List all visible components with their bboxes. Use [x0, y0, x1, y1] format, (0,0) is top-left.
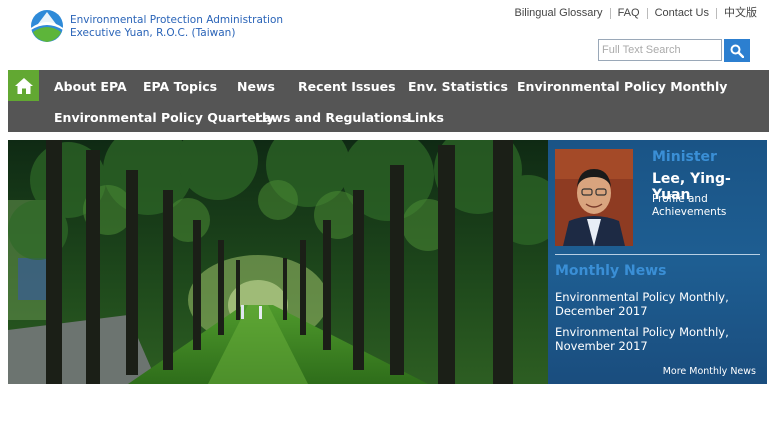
- news-item-line2: December 2017: [555, 304, 648, 318]
- faq-link[interactable]: FAQ: [611, 8, 648, 19]
- nav-epa-topics[interactable]: EPA Topics: [143, 79, 217, 94]
- bilingual-glossary-link[interactable]: Bilingual Glossary: [508, 8, 611, 19]
- hero-banner-image: [8, 140, 548, 384]
- epa-logo[interactable]: [30, 8, 64, 44]
- nav-recent-issues[interactable]: Recent Issues: [298, 79, 396, 94]
- news-item-november-2017[interactable]: Environmental Policy Monthly, November 2…: [555, 325, 755, 353]
- minister-photo[interactable]: [555, 149, 633, 246]
- nav-news[interactable]: News: [237, 79, 275, 94]
- nav-env-statistics[interactable]: Env. Statistics: [408, 79, 508, 94]
- minister-news-panel: Minister Lee, Ying-Yuan Profile and Achi…: [548, 140, 767, 384]
- minister-label: Minister: [652, 149, 717, 165]
- more-monthly-news-link[interactable]: More Monthly News: [663, 366, 756, 377]
- nav-laws-and-regulations[interactable]: Laws and Regulations: [255, 110, 409, 125]
- search-button[interactable]: [724, 39, 750, 62]
- search-input[interactable]: [602, 41, 720, 59]
- profile-link-line2: Achievements: [652, 206, 727, 218]
- news-item-december-2017[interactable]: Environmental Policy Monthly, December 2…: [555, 290, 755, 318]
- top-links: Bilingual Glossary FAQ Contact Us 中文版: [508, 8, 757, 19]
- nav-about-epa[interactable]: About EPA: [54, 79, 127, 94]
- news-item-line1: Environmental Policy Monthly,: [555, 290, 729, 304]
- profile-achievements-link[interactable]: Profile and Achievements: [652, 193, 726, 219]
- home-icon: [14, 77, 33, 94]
- organization-name[interactable]: Environmental Protection Administration …: [70, 14, 283, 40]
- search-box: [598, 39, 722, 61]
- news-item-line1: Environmental Policy Monthly,: [555, 325, 729, 339]
- home-button[interactable]: [8, 70, 39, 101]
- main-navigation: About EPA EPA Topics News Recent Issues …: [8, 70, 769, 132]
- search-icon: [730, 44, 744, 58]
- divider: [555, 254, 760, 255]
- org-name-line2: Executive Yuan, R.O.C. (Taiwan): [70, 27, 236, 39]
- profile-link-line1: Profile and: [652, 193, 708, 205]
- nav-environmental-policy-monthly[interactable]: Environmental Policy Monthly: [517, 79, 727, 94]
- monthly-news-label: Monthly News: [555, 263, 667, 279]
- news-item-line2: November 2017: [555, 339, 648, 353]
- org-name-line1: Environmental Protection Administration: [70, 14, 284, 26]
- nav-environmental-policy-quarterly[interactable]: Environmental Policy Quarterly: [54, 110, 274, 125]
- chinese-version-link[interactable]: 中文版: [717, 8, 757, 19]
- contact-us-link[interactable]: Contact Us: [648, 8, 717, 19]
- nav-links[interactable]: Links: [407, 110, 444, 125]
